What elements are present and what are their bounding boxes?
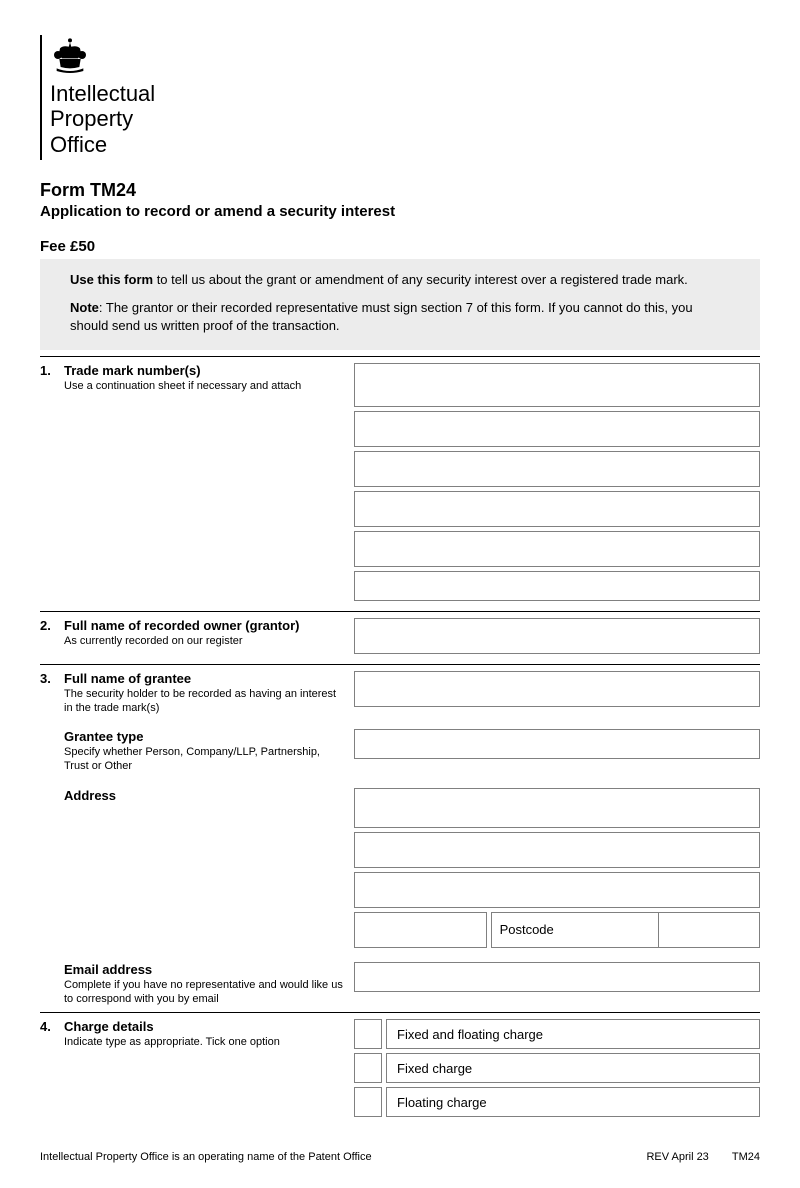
trademark-number-input[interactable] xyxy=(354,491,760,527)
footer-right: REV April 23 TM24 xyxy=(626,1151,760,1163)
instruction-note-bold: Note xyxy=(70,300,99,315)
trademark-number-input[interactable] xyxy=(354,451,760,487)
instruction-use-text: to tell us about the grant or amendment … xyxy=(153,272,688,287)
s4-sub: Indicate type as appropriate. Tick one o… xyxy=(64,1035,344,1049)
trademark-number-input[interactable] xyxy=(354,411,760,447)
s1-sub: Use a continuation sheet if necessary an… xyxy=(64,379,344,393)
charge-option-label: Fixed and floating charge xyxy=(386,1019,760,1049)
section-4: 4. Charge details Indicate type as appro… xyxy=(40,1012,760,1121)
org-name-line: Property xyxy=(50,106,155,131)
s2-sub: As currently recorded on our register xyxy=(64,634,344,648)
charge-checkbox-fixed[interactable] xyxy=(354,1053,382,1083)
section-3: 3. Full name of grantee The security hol… xyxy=(40,664,760,1007)
s2-title: Full name of recorded owner (grantor) xyxy=(64,618,344,633)
section-number: 3. xyxy=(40,671,64,1007)
charge-checkbox-fixed-floating[interactable] xyxy=(354,1019,382,1049)
org-name-line: Office xyxy=(50,132,155,157)
org-name-line: Intellectual xyxy=(50,81,155,106)
form-title: Application to record or amend a securit… xyxy=(40,203,760,220)
instruction-use-bold: Use this form xyxy=(70,272,153,287)
trademark-number-input[interactable] xyxy=(354,363,760,407)
crown-crest-icon xyxy=(50,35,90,75)
s4-title: Charge details xyxy=(64,1019,344,1034)
s3-title: Full name of grantee xyxy=(64,671,344,686)
address-input[interactable] xyxy=(354,832,760,868)
s3-sub: The security holder to be recorded as ha… xyxy=(64,687,344,716)
footer-code: TM24 xyxy=(732,1151,760,1163)
address-input[interactable] xyxy=(354,788,760,828)
instruction-note: Note: The grantor or their recorded repr… xyxy=(70,299,730,335)
instruction-box: Use this form to tell us about the grant… xyxy=(40,259,760,350)
form-code: Form TM24 xyxy=(40,180,760,201)
postcode-input[interactable] xyxy=(659,912,760,948)
section-number: 2. xyxy=(40,618,64,658)
logo-divider xyxy=(40,35,42,160)
address-title: Address xyxy=(64,788,344,803)
grantee-type-input[interactable] xyxy=(354,729,760,759)
address-input[interactable] xyxy=(354,872,760,908)
logo-block: Intellectual Property Office xyxy=(40,35,760,160)
charge-option-label: Fixed charge xyxy=(386,1053,760,1083)
grantee-type-title: Grantee type xyxy=(64,729,344,744)
grantee-name-input[interactable] xyxy=(354,671,760,707)
email-input[interactable] xyxy=(354,962,760,992)
trademark-number-input[interactable] xyxy=(354,531,760,567)
form-fee: Fee £50 xyxy=(40,238,760,255)
section-1: 1. Trade mark number(s) Use a continuati… xyxy=(40,356,760,605)
address-input[interactable] xyxy=(354,912,487,948)
postcode-label: Postcode xyxy=(491,912,659,948)
charge-option-label: Floating charge xyxy=(386,1087,760,1117)
grantee-type-sub: Specify whether Person, Company/LLP, Par… xyxy=(64,745,344,774)
section-number: 1. xyxy=(40,363,64,605)
email-title: Email address xyxy=(64,962,344,977)
section-2: 2. Full name of recorded owner (grantor)… xyxy=(40,611,760,658)
instruction-note-text: : The grantor or their recorded represen… xyxy=(70,300,693,333)
trademark-number-input[interactable] xyxy=(354,571,760,601)
footer-rev: REV April 23 xyxy=(646,1151,708,1163)
instruction-use: Use this form to tell us about the grant… xyxy=(70,271,730,289)
page-footer: Intellectual Property Office is an opera… xyxy=(40,1151,760,1163)
section-number: 4. xyxy=(40,1019,64,1121)
logo-text: Intellectual Property Office xyxy=(50,35,155,157)
charge-checkbox-floating[interactable] xyxy=(354,1087,382,1117)
s1-title: Trade mark number(s) xyxy=(64,363,344,378)
footer-left: Intellectual Property Office is an opera… xyxy=(40,1151,372,1163)
grantor-name-input[interactable] xyxy=(354,618,760,654)
email-sub: Complete if you have no representative a… xyxy=(64,978,344,1007)
